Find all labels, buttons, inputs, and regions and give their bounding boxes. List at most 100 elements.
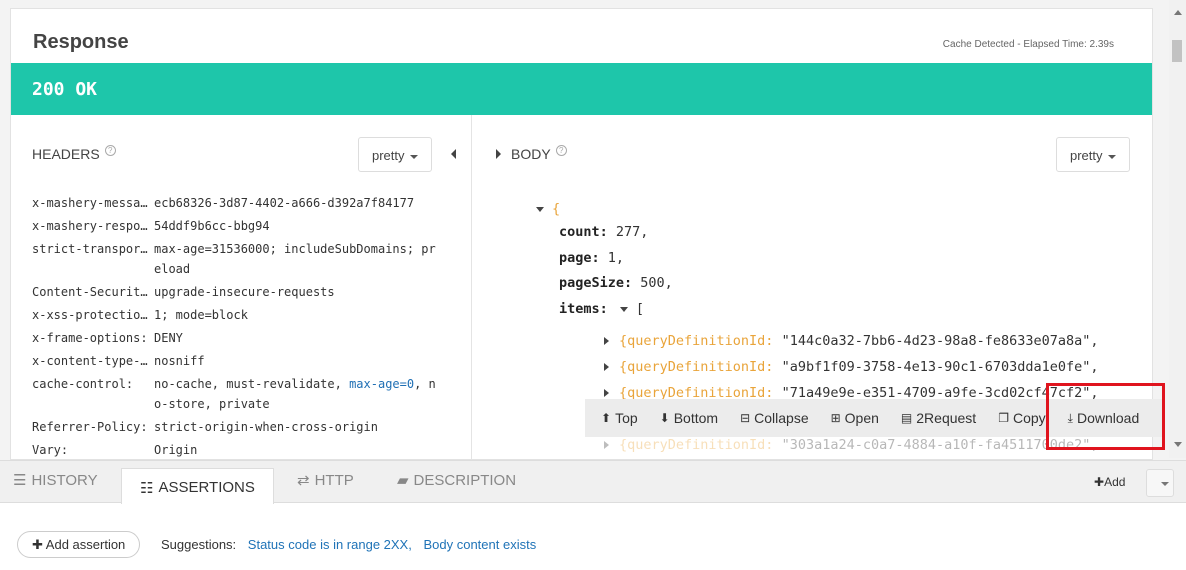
json-key: pageSize: <box>559 275 633 291</box>
scroll-up-icon[interactable] <box>1174 10 1182 15</box>
collapse-left-icon[interactable] <box>451 149 456 159</box>
collapse-label: Collapse <box>754 410 809 426</box>
expand-toggle-icon[interactable] <box>604 363 609 371</box>
copy-button[interactable]: ❐ Copy <box>998 410 1045 426</box>
json-line: items: [ <box>559 301 644 317</box>
json-string: "a9bf1f09-3758-4e13-90c1-6703dda1e0fe", <box>781 359 1099 375</box>
to-request-label: 2Request <box>916 410 977 426</box>
header-value: 1; mode=block <box>154 308 248 322</box>
header-row: x-mashery-messa… ecb68326-3d87-4402-a666-… <box>32 193 436 213</box>
header-key: x-xss-protectio… <box>32 308 148 322</box>
add-assertion-button[interactable]: ✚ Add assertion <box>17 531 141 558</box>
cache-info: Cache Detected - Elapsed Time: 2.39s <box>942 39 1114 50</box>
copy-label: Copy <box>1012 410 1046 426</box>
collapse-toggle-icon[interactable] <box>619 306 628 312</box>
book-icon: ▰ <box>397 472 409 489</box>
header-row: x-mashery-respo… 54ddf9b6cc-bbg94 <box>32 216 436 236</box>
header-key: Content-Securit… <box>32 285 148 299</box>
header-value-link[interactable]: max-age=0 <box>349 377 414 391</box>
tab-assertions-label: ASSERTIONS <box>158 479 255 496</box>
json-brace: { <box>552 201 561 217</box>
status-text: 200 OK <box>32 79 98 100</box>
header-row: x-frame-options: DENY <box>32 328 436 348</box>
tab-assertions[interactable]: ☷ ASSERTIONS <box>121 468 274 504</box>
json-brace-key: {queryDefinitionId: <box>619 437 774 453</box>
tab-http-label: HTTP <box>314 471 354 489</box>
header-row: x-content-type-… nosniff <box>32 351 436 371</box>
headers-list: x-mashery-messa… ecb68326-3d87-4402-a666-… <box>32 193 436 459</box>
header-row: Referrer-Policy: strict-origin-when-cross… <box>32 417 436 437</box>
options-dropdown[interactable] <box>1146 469 1174 497</box>
checklist-icon: ☷ <box>140 480 154 497</box>
page-scrollbar[interactable] <box>1169 0 1186 458</box>
tab-description[interactable]: ▰ DESCRIPTION <box>397 471 517 490</box>
header-key: Vary: <box>32 443 69 457</box>
scroll-down-icon[interactable] <box>1174 442 1182 447</box>
expand-toggle-icon[interactable] <box>604 441 609 449</box>
suggestion-body-exists-link[interactable]: Body content exists <box>423 537 536 552</box>
add-button[interactable]: ✚Add <box>1094 475 1125 489</box>
header-key: x-mashery-respo… <box>32 219 148 233</box>
add-label: Add <box>1104 475 1126 489</box>
header-value: Origin <box>154 443 198 457</box>
expand-toggle-icon[interactable] <box>604 337 609 345</box>
json-item: {queryDefinitionId: "303a1a24-c0a7-4884-… <box>604 437 1099 453</box>
response-panel: Response Cache Detected - Elapsed Time: … <box>10 8 1153 460</box>
exchange-icon: ⇄ <box>297 472 310 489</box>
chevron-down-icon <box>409 154 418 159</box>
expand-toggle-icon[interactable] <box>604 389 609 397</box>
arrow-down-circle-icon: ⬇ <box>659 411 670 425</box>
json-value: 1, <box>607 250 625 266</box>
bottom-panel: ☰ HISTORY ☷ ASSERTIONS ⇄ HTTP ▰ DESCRIPTION … <box>0 460 1186 570</box>
tab-history[interactable]: ☰ HISTORY <box>13 471 98 490</box>
headers-heading: HEADERS ? <box>32 144 116 162</box>
arrow-up-circle-icon: ⬆ <box>601 411 612 425</box>
download-highlight-box <box>1046 383 1165 450</box>
collapse-toggle-icon[interactable] <box>536 206 544 212</box>
header-value: DENY <box>154 331 183 345</box>
header-key: cache-control: <box>32 377 134 391</box>
headers-label: HEADERS <box>32 146 100 162</box>
header-value: max-age=31536000; includeSubDomains; pre… <box>154 242 436 276</box>
scrollbar-thumb[interactable] <box>1172 40 1182 62</box>
suggestion-status-code-link[interactable]: Status code is in range 2XX, <box>248 537 412 552</box>
json-key: count: <box>559 224 608 240</box>
help-icon[interactable]: ? <box>104 144 116 156</box>
minus-square-icon: ⊟ <box>740 411 751 425</box>
top-label: Top <box>615 410 638 426</box>
json-key: items: <box>559 301 608 317</box>
body-format-label: pretty <box>1070 148 1103 163</box>
json-bracket: [ <box>635 301 645 317</box>
body-format-dropdown[interactable]: pretty <box>1056 137 1130 172</box>
plus-square-icon: ⊞ <box>830 411 841 425</box>
headers-pane: HEADERS ? pretty x-mashery-messa… ecb6832… <box>11 115 472 459</box>
header-value: 54ddf9b6cc-bbg94 <box>154 219 270 233</box>
document-icon: ▤ <box>900 411 913 425</box>
tab-description-label: DESCRIPTION <box>413 471 517 489</box>
body-heading: BODY ? <box>511 144 567 162</box>
json-brace-key: {queryDefinitionId: <box>619 333 774 349</box>
tab-bar: ☰ HISTORY ☷ ASSERTIONS ⇄ HTTP ▰ DESCRIPTION … <box>0 461 1186 504</box>
top-button[interactable]: ⬆ Top <box>601 410 638 426</box>
header-row: Content-Securit… upgrade-insecure-request… <box>32 282 436 302</box>
header-row: cache-control: no-cache, must-revalidate,… <box>32 374 436 414</box>
json-line: page: 1, <box>559 250 624 266</box>
headers-format-dropdown[interactable]: pretty <box>358 137 432 172</box>
response-title: Response <box>33 31 129 53</box>
headers-format-label: pretty <box>372 148 405 163</box>
collapse-button[interactable]: ⊟ Collapse <box>740 410 809 426</box>
header-row: x-xss-protectio… 1; mode=block <box>32 305 436 325</box>
open-button[interactable]: ⊞ Open <box>831 410 879 426</box>
plus-icon: ✚ <box>32 537 46 552</box>
suggestions: Suggestions: Status code is in range 2XX… <box>161 537 536 552</box>
help-icon[interactable]: ? <box>555 144 567 156</box>
header-row: Vary: Origin <box>32 440 436 459</box>
json-item: {queryDefinitionId: "a9bf1f09-3758-4e13-… <box>604 359 1099 375</box>
to-request-button[interactable]: ▤ 2Request <box>901 410 976 426</box>
bottom-button[interactable]: ⬇ Bottom <box>660 410 718 426</box>
json-line: count: 277, <box>559 224 648 240</box>
tab-http[interactable]: ⇄ HTTP <box>297 471 354 490</box>
json-string: "144c0a32-7bb6-4d23-98a8-fe8633e07a8a", <box>781 333 1099 349</box>
add-assertion-label: Add assertion <box>45 537 126 552</box>
chevron-down-icon <box>1107 154 1116 159</box>
